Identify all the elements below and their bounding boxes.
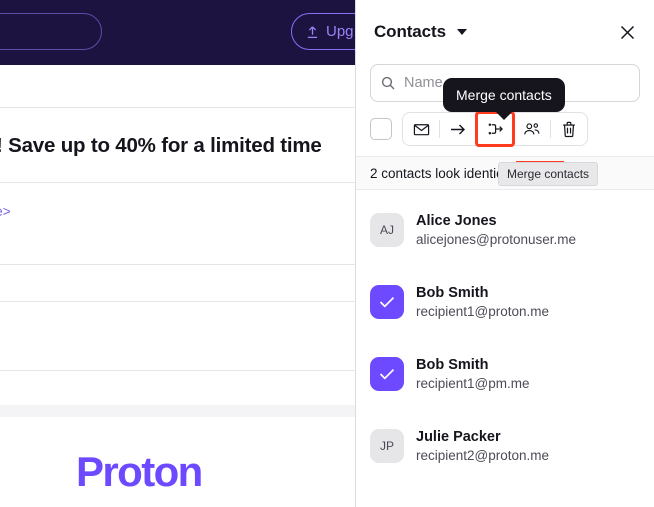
select-all-checkbox[interactable] bbox=[370, 118, 392, 140]
background-divider-2 bbox=[0, 182, 360, 183]
background-strip bbox=[0, 405, 360, 417]
merge-contacts-tooltip: Merge contacts bbox=[443, 78, 565, 112]
arrow-right-icon bbox=[451, 124, 465, 134]
sender-address: me> bbox=[0, 203, 11, 219]
avatar[interactable] bbox=[370, 357, 404, 391]
background-divider-3 bbox=[0, 264, 360, 265]
check-icon bbox=[379, 296, 395, 308]
group-people-icon bbox=[524, 123, 540, 135]
list-item[interactable]: AJ Alice Jones alicejones@protonuser.me bbox=[356, 194, 654, 266]
upload-arrow-icon bbox=[307, 25, 318, 38]
contacts-panel: Contacts Name 2 contacts look identical.… bbox=[355, 0, 654, 507]
contact-name: Bob Smith bbox=[416, 285, 489, 301]
panel-header: Contacts bbox=[356, 0, 654, 64]
contact-info: Bob Smith recipient1@pm.me bbox=[416, 357, 530, 391]
add-to-group-button[interactable] bbox=[514, 113, 550, 145]
contact-email: alicejones@protonuser.me bbox=[416, 232, 577, 247]
list-item[interactable]: JP Julie Packer recipient2@proton.me bbox=[356, 410, 654, 482]
contact-info: Alice Jones alicejones@protonuser.me bbox=[416, 213, 576, 247]
compose-email-button[interactable] bbox=[403, 113, 439, 145]
contact-email: recipient1@proton.me bbox=[416, 304, 550, 319]
avatar[interactable]: AJ bbox=[370, 213, 404, 247]
avatar[interactable]: JP bbox=[370, 429, 404, 463]
background-mail-app: Upg ! Save up to 40% for a limited time … bbox=[0, 0, 360, 507]
contact-name: Bob Smith bbox=[416, 357, 489, 373]
sender-line: me> bbox=[0, 196, 360, 226]
contact-name: Julie Packer bbox=[416, 429, 501, 445]
background-topbar: Upg bbox=[0, 0, 360, 65]
list-item[interactable]: Bob Smith recipient1@pm.me bbox=[356, 338, 654, 410]
background-divider-1 bbox=[0, 107, 360, 108]
merge-secondary-tooltip: Merge contacts bbox=[498, 162, 599, 186]
upgrade-button[interactable]: Upg bbox=[291, 13, 360, 50]
background-divider-4 bbox=[0, 301, 360, 302]
duplicates-text: 2 contacts look identical. bbox=[370, 165, 518, 181]
page-title: Contacts bbox=[374, 22, 446, 41]
list-item[interactable]: Bob Smith recipient1@proton.me bbox=[356, 266, 654, 338]
envelope-icon bbox=[413, 123, 429, 135]
contact-email: recipient1@pm.me bbox=[416, 376, 530, 391]
contact-name: Alice Jones bbox=[416, 213, 497, 229]
trash-icon bbox=[563, 121, 575, 137]
screen-root: Upg ! Save up to 40% for a limited time … bbox=[0, 0, 654, 507]
background-search-pill[interactable] bbox=[0, 13, 102, 50]
search-placeholder: Name bbox=[404, 75, 443, 91]
delete-button[interactable] bbox=[551, 113, 587, 145]
contact-email: recipient2@proton.me bbox=[416, 448, 550, 463]
close-icon[interactable] bbox=[614, 19, 640, 45]
upgrade-button-label: Upg bbox=[326, 23, 354, 40]
merge-icon bbox=[488, 123, 503, 135]
promo-banner: ! Save up to 40% for a limited time bbox=[0, 110, 360, 182]
contact-list: AJ Alice Jones alicejones@protonuser.me … bbox=[356, 190, 654, 507]
avatar[interactable] bbox=[370, 285, 404, 319]
check-icon bbox=[379, 368, 395, 380]
search-icon bbox=[381, 76, 395, 90]
export-button[interactable] bbox=[440, 113, 476, 145]
proton-logo: Proton bbox=[76, 448, 203, 495]
contact-info: Bob Smith recipient1@proton.me bbox=[416, 285, 549, 319]
contact-info: Julie Packer recipient2@proton.me bbox=[416, 429, 549, 463]
background-divider-5 bbox=[0, 370, 360, 371]
chevron-down-icon[interactable] bbox=[456, 29, 467, 35]
promo-headline: ! Save up to 40% for a limited time bbox=[0, 134, 322, 157]
